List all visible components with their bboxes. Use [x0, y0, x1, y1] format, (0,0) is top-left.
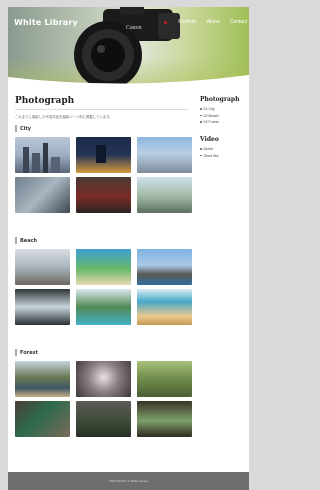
header-wave	[8, 75, 249, 85]
photo-lamp-moss[interactable]	[76, 401, 131, 437]
photo-tram[interactable]	[76, 177, 131, 213]
hero-header: Canon White Library Portfolio About Cont…	[8, 7, 249, 85]
title-divider	[15, 109, 188, 110]
sidebar-video-list: Movie Short film	[200, 147, 246, 158]
sidebar-item-forest[interactable]: 03 Forest	[200, 120, 246, 124]
photo-waterfall-rocks[interactable]	[15, 289, 70, 325]
sidebar: Photograph 01 City 02 Beach 03 Forest Vi…	[200, 96, 246, 170]
section-title: Beach	[15, 237, 188, 244]
svg-text:Canon: Canon	[126, 25, 142, 31]
sidebar-photograph-list: 01 City 02 Beach 03 Forest	[200, 107, 246, 124]
section-marker	[15, 349, 17, 356]
page-description: これまでに撮影した写真作品を撮影シーン別に掲載しています。	[15, 115, 113, 119]
photo-grid	[15, 137, 192, 213]
sidebar-item-short-film[interactable]: Short film	[200, 154, 246, 158]
bullet-icon	[200, 148, 202, 150]
photo-grid	[15, 361, 192, 437]
sidebar-item-city[interactable]: 01 City	[200, 107, 246, 111]
section-forest: Forest	[15, 349, 192, 437]
bullet-icon	[200, 121, 202, 123]
page: Canon White Library Portfolio About Cont…	[8, 7, 249, 490]
section-title: City	[15, 125, 188, 132]
site-logo[interactable]: White Library	[14, 18, 78, 27]
sidebar-item-movie[interactable]: Movie	[200, 147, 246, 151]
photo-sprouts[interactable]	[137, 401, 192, 437]
footer: COPYRIGHT © White Library	[8, 472, 249, 490]
section-marker	[15, 125, 17, 132]
bullet-icon	[200, 154, 202, 157]
photo-moss-cup[interactable]	[15, 401, 70, 437]
sidebar-video-title: Video	[200, 136, 219, 143]
section-marker	[15, 237, 17, 244]
nav-portfolio[interactable]: Portfolio	[178, 19, 196, 25]
nav-contact[interactable]: Contact	[230, 19, 247, 25]
photo-sand-dunes[interactable]	[137, 289, 192, 325]
top-nav: Portfolio About Contact	[178, 19, 247, 25]
main-content: Photograph これまでに撮影した写真作品を撮影シーン別に掲載しています。…	[15, 96, 192, 437]
copyright-text: COPYRIGHT © White Library	[108, 479, 149, 483]
bullet-icon	[200, 108, 202, 110]
photo-lake-mountains[interactable]	[15, 361, 70, 397]
sidebar-photograph-title: Photograph	[200, 96, 240, 103]
section-title: Forest	[15, 349, 188, 356]
photo-forest-path[interactable]	[137, 361, 192, 397]
photo-night-city[interactable]	[76, 137, 131, 173]
bullet-icon	[200, 114, 202, 117]
photo-rock-island[interactable]	[137, 249, 192, 285]
photo-street[interactable]	[15, 177, 70, 213]
section-beach: Beach	[15, 237, 192, 325]
photo-rocky-shore[interactable]	[15, 249, 70, 285]
photo-grid	[15, 249, 192, 325]
nav-about[interactable]: About	[207, 19, 220, 25]
photo-palm-pool[interactable]	[76, 289, 131, 325]
section-city: City	[15, 125, 192, 213]
page-title: Photograph	[15, 96, 75, 106]
photo-green-coast[interactable]	[76, 249, 131, 285]
photo-city-skyline[interactable]	[15, 137, 70, 173]
sidebar-item-beach[interactable]: 02 Beach	[200, 114, 246, 118]
photo-city-aerial[interactable]	[137, 137, 192, 173]
photo-flower-macro[interactable]	[76, 361, 131, 397]
photo-bridge-walkway[interactable]	[137, 177, 192, 213]
